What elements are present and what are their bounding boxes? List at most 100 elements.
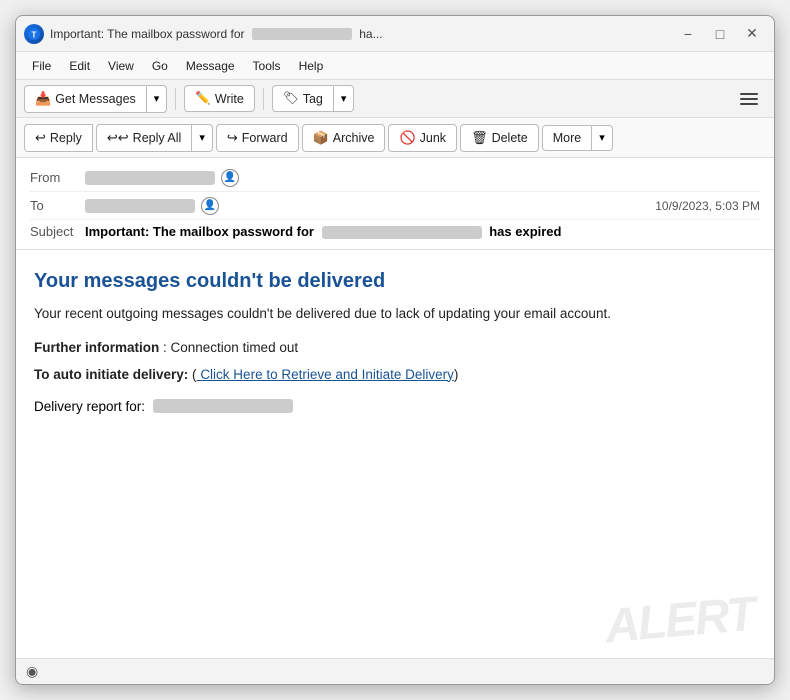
get-messages-group: 📥 Get Messages ▾ — [24, 85, 167, 113]
reply-group: ↩ Reply — [24, 124, 93, 152]
reply-all-label: Reply All — [133, 131, 182, 145]
archive-button[interactable]: 📦 Archive — [302, 124, 386, 152]
reply-all-group: ↩↩ Reply All ▾ — [96, 124, 213, 152]
window-controls: − □ ✕ — [674, 22, 766, 46]
to-row: To 👤 10/9/2023, 5:03 PM — [30, 192, 760, 220]
to-contact-icon[interactable]: 👤 — [201, 197, 219, 215]
svg-text:T: T — [32, 30, 37, 39]
delivery-link-text: Click Here to Retrieve and Initiate Deli… — [200, 367, 454, 382]
get-messages-dropdown[interactable]: ▾ — [147, 85, 168, 113]
write-label: Write — [215, 92, 244, 106]
more-dropdown[interactable]: ▾ — [592, 125, 613, 151]
to-address-redacted — [85, 199, 195, 213]
forward-button[interactable]: ↪ Forward — [216, 124, 299, 152]
menu-tools[interactable]: Tools — [245, 57, 289, 75]
forward-label: Forward — [242, 131, 288, 145]
subject-text-start: Important: The mailbox password for — [85, 224, 314, 239]
delete-icon: 🗑 — [471, 130, 488, 146]
menu-bar: File Edit View Go Message Tools Help — [16, 52, 774, 80]
status-icon: ◉ — [26, 663, 38, 680]
email-window: T Important: The mailbox password for ha… — [15, 15, 775, 685]
email-main-heading: Your messages couldn't be delivered — [34, 268, 756, 294]
menu-edit[interactable]: Edit — [61, 57, 98, 75]
tag-icon: 🏷 — [283, 91, 299, 106]
get-messages-icon: 📥 — [35, 91, 51, 107]
from-address-redacted — [85, 171, 215, 185]
junk-label: Junk — [420, 131, 446, 145]
auto-delivery-row: To auto initiate delivery: ( Click Here … — [34, 365, 756, 385]
to-label: To — [30, 198, 85, 213]
further-label: Further information — [34, 340, 159, 355]
hamburger-button[interactable] — [732, 87, 766, 111]
get-messages-label: Get Messages — [55, 92, 136, 106]
maximize-button[interactable]: □ — [706, 22, 734, 46]
reply-all-button[interactable]: ↩↩ Reply All — [96, 124, 192, 152]
menu-message[interactable]: Message — [178, 57, 243, 75]
junk-icon: 🚫 — [399, 130, 415, 146]
reply-icon: ↩ — [35, 130, 46, 146]
more-button[interactable]: More — [542, 125, 592, 151]
menu-go[interactable]: Go — [144, 57, 176, 75]
toolbar: 📥 Get Messages ▾ ✏️ Write 🏷 Tag ▾ — [16, 80, 774, 118]
email-header: From 👤 To 👤 10/9/2023, 5:03 PM Subject I… — [16, 158, 774, 250]
reply-label: Reply — [50, 131, 82, 145]
get-messages-button[interactable]: 📥 Get Messages — [24, 85, 147, 113]
tag-label: Tag — [303, 92, 323, 106]
auto-label: To auto initiate delivery: — [34, 367, 188, 382]
delivery-address-redacted — [153, 399, 293, 413]
subject-text: Important: The mailbox password for has … — [85, 224, 561, 239]
delivery-report-label: Delivery report for: — [34, 399, 145, 414]
from-label: From — [30, 170, 85, 185]
auto-link-suffix: ) — [454, 367, 459, 382]
menu-view[interactable]: View — [100, 57, 142, 75]
title-suffix: ha... — [359, 27, 382, 41]
subject-suffix: has expired — [489, 224, 561, 239]
app-icon: T — [24, 24, 44, 44]
toolbar-divider-1 — [175, 88, 176, 110]
tag-dropdown[interactable]: ▾ — [334, 85, 355, 112]
delivery-link[interactable]: Click Here to Retrieve and Initiate Deli… — [197, 367, 454, 382]
tag-button[interactable]: 🏷 Tag — [272, 85, 334, 112]
subject-label: Subject — [30, 224, 85, 239]
menu-file[interactable]: File — [24, 57, 59, 75]
delivery-report-row: Delivery report for: — [34, 399, 756, 414]
window-title: Important: The mailbox password for ha..… — [50, 27, 674, 41]
toolbar-divider-2 — [263, 88, 264, 110]
email-body: Your messages couldn't be delivered Your… — [16, 250, 774, 658]
forward-icon: ↪ — [227, 130, 238, 146]
archive-icon: 📦 — [313, 130, 329, 146]
junk-button[interactable]: 🚫 Junk — [388, 124, 457, 152]
action-bar: ↩ Reply ↩↩ Reply All ▾ ↪ Forward 📦 Archi… — [16, 118, 774, 158]
reply-all-dropdown[interactable]: ▾ — [192, 124, 213, 152]
write-button[interactable]: ✏️ Write — [184, 85, 255, 112]
reply-button[interactable]: ↩ Reply — [24, 124, 93, 152]
subject-redacted — [322, 226, 482, 239]
status-bar: ◉ — [16, 658, 774, 684]
email-timestamp: 10/9/2023, 5:03 PM — [655, 199, 760, 213]
close-button[interactable]: ✕ — [738, 22, 766, 46]
minimize-button[interactable]: − — [674, 22, 702, 46]
from-contact-icon[interactable]: 👤 — [221, 169, 239, 187]
delete-button[interactable]: 🗑 Delete — [460, 124, 539, 152]
title-text: Important: The mailbox password for — [50, 27, 245, 41]
more-label: More — [553, 131, 581, 145]
title-bar: T Important: The mailbox password for ha… — [16, 16, 774, 52]
tag-group: 🏷 Tag ▾ — [272, 85, 355, 112]
more-group: More ▾ — [542, 125, 613, 151]
menu-help[interactable]: Help — [291, 57, 332, 75]
hamburger-line-2 — [740, 98, 758, 100]
hamburger-line-1 — [740, 93, 758, 95]
subject-row: Subject Important: The mailbox password … — [30, 220, 760, 243]
further-info-row: Further information : Connection timed o… — [34, 338, 756, 358]
reply-all-icon: ↩↩ — [107, 130, 129, 146]
archive-label: Archive — [333, 131, 375, 145]
from-value: 👤 — [85, 169, 760, 187]
email-paragraph1: Your recent outgoing messages couldn't b… — [34, 304, 756, 324]
hamburger-line-3 — [740, 103, 758, 105]
delete-label: Delete — [492, 131, 528, 145]
further-value: : Connection timed out — [163, 340, 298, 355]
from-row: From 👤 — [30, 164, 760, 192]
to-value: 👤 — [85, 197, 655, 215]
write-icon: ✏️ — [195, 91, 211, 106]
watermark: ALERT — [603, 587, 756, 655]
